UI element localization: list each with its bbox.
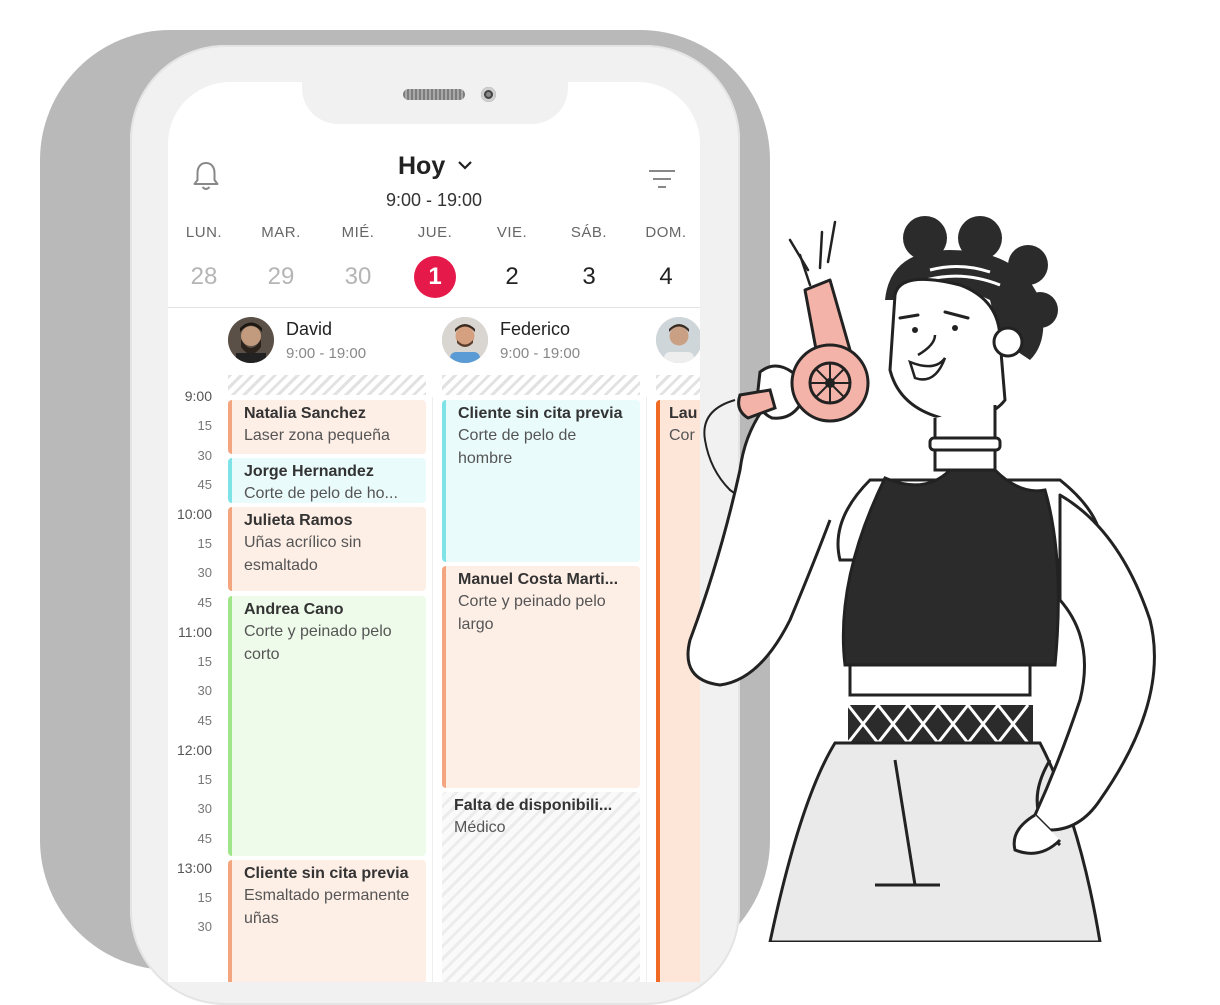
time-label: 45 [197, 477, 212, 492]
day-name: JUE. [417, 224, 453, 241]
staff-hours: 9:00 - 19:00 [500, 345, 581, 362]
staff-name: David [286, 319, 333, 339]
appointment-card[interactable]: Cliente sin cita previa Corte de pelo de… [442, 400, 640, 562]
time-label: 9:00 [184, 388, 212, 404]
appointment-service: Corte de pelo de hombre [458, 427, 577, 467]
block-detail: Médico [454, 819, 506, 836]
calendar-screen: Hoy 9:00 - 19:00 LUN. 28 MAR. 29 MIÉ. 30 JU… [168, 82, 700, 982]
day-number: 30 [344, 263, 372, 290]
phone-camera [481, 87, 496, 102]
time-label: 13:00 [176, 860, 212, 876]
appointment-client: Manuel Costa Marti... [458, 571, 619, 588]
appointment-client: Jorge Hernandez [244, 463, 374, 480]
day-name: MAR. [261, 224, 301, 241]
time-label: 30 [197, 448, 212, 463]
hairdryer-icon [737, 220, 870, 423]
time-label: 12:00 [176, 742, 212, 758]
day-wednesday[interactable]: MIÉ. 30 [320, 224, 396, 290]
time-label: 15 [197, 418, 212, 433]
day-thursday[interactable]: JUE. 1 [397, 224, 473, 298]
day-friday[interactable]: VIE. 2 [474, 224, 550, 290]
phone-speaker [403, 89, 465, 100]
appointment-service: Uñas acrílico sin esmaltado [244, 534, 362, 574]
divider [168, 307, 700, 308]
block-reason: Falta de disponibili... [454, 797, 613, 814]
appointment-client: Cliente sin cita previa [458, 405, 623, 422]
day-number: 28 [190, 263, 218, 290]
time-label: 30 [197, 801, 212, 816]
time-label: 15 [197, 890, 212, 905]
column-divider [646, 397, 647, 982]
day-name: SÁB. [570, 224, 608, 241]
time-label: 30 [197, 683, 212, 698]
day-number: 29 [267, 263, 295, 290]
time-label: 45 [197, 713, 212, 728]
time-label: 15 [197, 772, 212, 787]
staff-hours: 9:00 - 19:00 [286, 345, 367, 362]
appointment-card[interactable]: Andrea Cano Corte y peinado pelo corto [228, 596, 426, 856]
time-label: 10:00 [176, 506, 212, 522]
day-monday[interactable]: LUN. 28 [168, 224, 242, 290]
appointment-service: Esmaltado permanente uñas [244, 887, 410, 927]
appointment-card[interactable]: Julieta Ramos Uñas acrílico sin esmaltad… [228, 507, 426, 591]
appointment-client: Julieta Ramos [244, 512, 353, 529]
column-divider [432, 397, 433, 982]
day-saturday[interactable]: SÁB. 3 [551, 224, 627, 290]
unavailable-block[interactable]: Falta de disponibili... Médico [442, 792, 640, 982]
appointment-client: Andrea Cano [244, 601, 344, 618]
appointment-service: Corte y peinado pelo corto [244, 623, 392, 663]
today-date-badge: 1 [414, 256, 456, 298]
woman-with-hairdryer-illustration [686, 216, 1156, 942]
appointment-service: Corte de pelo de ho... [244, 485, 398, 502]
time-label: 45 [197, 831, 212, 846]
appointment-card[interactable]: Manuel Costa Marti... Corte y peinado pe… [442, 566, 640, 788]
appointment-card[interactable]: Cliente sin cita previa Esmaltado perman… [228, 860, 426, 982]
appointment-client: Natalia Sanchez [244, 405, 366, 422]
appointment-card[interactable]: Natalia Sanchez Laser zona pequeña [228, 400, 426, 454]
unavailable-strip [228, 375, 426, 395]
appointment-service: Laser zona pequeña [244, 427, 390, 444]
day-number: 2 [505, 263, 519, 290]
bell-icon[interactable] [192, 160, 220, 192]
day-tuesday[interactable]: MAR. 29 [243, 224, 319, 290]
schedule-hours: 9:00 - 19:00 [385, 190, 483, 210]
time-label: 15 [197, 654, 212, 669]
avatar [228, 317, 274, 363]
unavailable-strip [442, 375, 640, 395]
time-label: 15 [197, 536, 212, 551]
day-name: MIÉ. [341, 224, 375, 241]
staff-name: Federico [500, 319, 571, 339]
appointment-card[interactable]: Jorge Hernandez Corte de pelo de ho... [228, 458, 426, 503]
filter-icon[interactable] [648, 168, 676, 190]
day-name: LUN. [185, 224, 223, 241]
chevron-down-icon[interactable] [458, 160, 472, 170]
time-label: 11:00 [178, 624, 212, 640]
appointment-client: Cliente sin cita previa [244, 865, 409, 882]
page-title[interactable]: Hoy [398, 152, 445, 181]
time-label: 30 [197, 919, 212, 934]
time-label: 30 [197, 565, 212, 580]
day-name: VIE. [496, 224, 528, 241]
appointment-service: Corte y peinado pelo largo [458, 593, 606, 633]
time-label: 45 [197, 595, 212, 610]
avatar [442, 317, 488, 363]
day-number: 3 [582, 263, 596, 290]
